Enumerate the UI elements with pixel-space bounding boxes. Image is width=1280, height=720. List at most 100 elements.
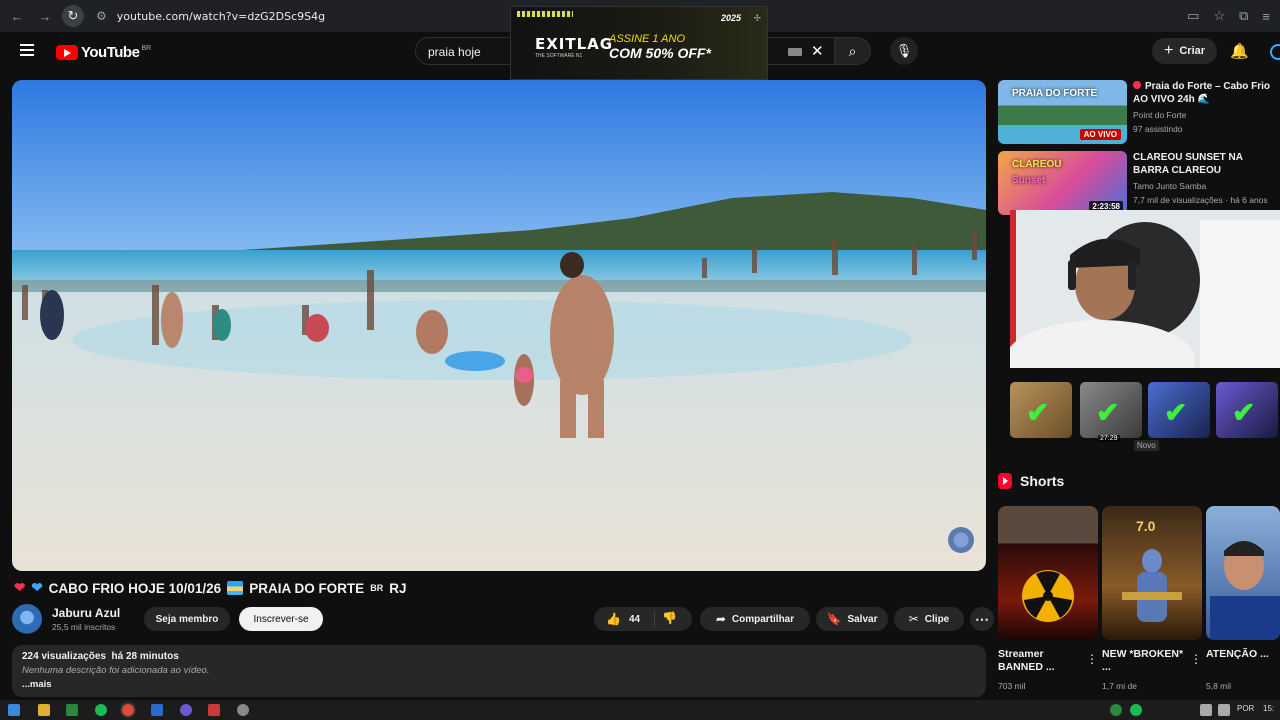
short-thumbnail[interactable] — [998, 506, 1098, 640]
short-views: 1,7 mi de — [1102, 681, 1137, 691]
video-player[interactable] — [12, 80, 986, 571]
forward-icon[interactable]: → — [34, 5, 56, 27]
video-thumbnail[interactable]: CLAREOU Sunset 2:23:58 — [998, 151, 1127, 215]
like-count: 44 — [628, 613, 641, 625]
address-bar[interactable]: youtube.com/watch?v=dzG2DSc9S4g — [117, 10, 325, 23]
language-indicator[interactable]: POR — [1237, 704, 1254, 713]
video-title-tail: PRAIA DO FORTE — [249, 580, 365, 596]
windows-taskbar: POR 15: — [0, 700, 1280, 720]
checkmark-icon: ✔ — [1026, 397, 1050, 428]
shorts-heading: Shorts — [1020, 473, 1065, 489]
search-button[interactable]: ⌕ — [835, 37, 871, 65]
new-badge: Novo — [1134, 440, 1159, 451]
overlay-icon-strip: ✔ ✔ ✔ ✔ — [998, 382, 1280, 438]
short-thumbnail[interactable] — [1206, 506, 1280, 640]
clip-label: Clipe — [924, 613, 950, 625]
short-title: Streamer BANNED ... — [998, 648, 1055, 673]
bookmark-star-icon[interactable]: ☆ — [1213, 8, 1225, 24]
extensions-icon[interactable]: ⧉ — [1239, 8, 1248, 24]
microphone-icon: 🎙 — [895, 43, 913, 58]
recommended-channel[interactable]: Point do Forte — [1133, 110, 1186, 120]
recommended-title: Praia do Forte – Cabo Frio AO VIVO 24h 🌊 — [1133, 80, 1280, 106]
recommended-meta: 7,7 mil de visualizações · há 6 anos — [1133, 195, 1268, 205]
browser-menu-icon[interactable]: ≡ — [1262, 9, 1270, 24]
back-icon[interactable]: ← — [6, 5, 28, 27]
short-menu-icon[interactable]: ⋮ — [1190, 652, 1202, 666]
reload-icon[interactable]: ↻ — [62, 5, 84, 27]
ad-decoration — [517, 11, 573, 17]
save-button[interactable]: 🔖 Salvar — [816, 607, 888, 631]
windows-start-icon[interactable] — [8, 704, 20, 716]
notifications-bell-icon[interactable]: 🔔 — [1230, 42, 1249, 60]
clear-search-icon[interactable]: ✕ — [811, 42, 824, 60]
game-tile: ✔ — [1148, 382, 1210, 438]
thumbs-down-icon[interactable]: 👎 — [662, 611, 677, 625]
like-button[interactable]: 👍 44 👎 — [594, 607, 692, 631]
volume-icon[interactable] — [1218, 704, 1230, 716]
subscribe-button[interactable]: Inscrever-se — [239, 607, 323, 631]
app-icon[interactable] — [66, 704, 78, 716]
short-thumbnail[interactable]: 7.0 — [1102, 506, 1202, 640]
live-dot-icon — [1133, 81, 1141, 89]
short-views: 5,8 mil — [1206, 681, 1232, 691]
blue-heart-icon: ❤ — [31, 580, 43, 595]
clip-button[interactable]: ✂ Clipe — [894, 607, 964, 631]
short-views: 703 mil — [998, 681, 1026, 691]
youtube-wordmark: YouTube — [81, 44, 140, 61]
create-button[interactable]: + Criar — [1152, 38, 1218, 64]
cast-icon[interactable]: ▭ — [1187, 8, 1199, 24]
game-tile: ✔ — [1010, 382, 1072, 438]
spotify-icon[interactable] — [95, 704, 107, 716]
short-menu-icon[interactable]: ⋮ — [1086, 652, 1098, 666]
recommended-channel[interactable]: Tamo Junto Samba — [1133, 181, 1206, 191]
share-arrow-icon: ➦ — [715, 612, 726, 626]
create-label: Criar — [1179, 45, 1206, 57]
youtube-play-icon — [56, 45, 78, 60]
channel-name[interactable]: Jaburu Azul — [52, 606, 120, 620]
short-overlay-text: 7.0 — [1136, 518, 1156, 534]
video-thumbnail[interactable]: PRAIA DO FORTE AO VIVO — [998, 80, 1127, 144]
channel-avatar[interactable] — [12, 604, 42, 634]
duration-badge: 27:29 — [1098, 435, 1120, 442]
tray-icon[interactable] — [1110, 704, 1122, 716]
voice-search-button[interactable]: 🎙 — [890, 37, 918, 65]
save-label: Salvar — [847, 613, 878, 625]
video-frame — [12, 80, 986, 571]
youtube-logo[interactable]: YouTube BR — [56, 44, 151, 61]
shorts-header: Shorts — [998, 473, 1064, 489]
search-icon: ⌕ — [848, 42, 857, 59]
hamburger-menu-icon[interactable] — [20, 44, 34, 56]
file-explorer-icon[interactable] — [38, 704, 50, 716]
short-video[interactable]: ATENÇÃO ... 5,8 mil — [1206, 506, 1280, 700]
app-icon[interactable] — [151, 704, 163, 716]
keyboard-icon[interactable] — [788, 48, 802, 56]
subscriber-count: 25,5 mil inscritos — [52, 622, 116, 632]
tray-icon[interactable] — [1130, 704, 1142, 716]
game-tile: ✔ — [1216, 382, 1278, 438]
red-heart-icon: ❤ — [14, 580, 26, 595]
ad-close-icon[interactable]: ✢ — [753, 13, 761, 24]
join-button[interactable]: Seja membro — [144, 607, 230, 631]
description-box[interactable]: 224 visualizações há 28 minutos Nenhuma … — [12, 645, 986, 697]
chrome-icon[interactable] — [122, 704, 134, 716]
share-button[interactable]: ➦ Compartilhar — [700, 607, 810, 631]
app-icon[interactable] — [237, 704, 249, 716]
share-label: Compartilhar — [731, 613, 795, 625]
short-video[interactable]: Streamer BANNED ... ⋮ 703 mil — [998, 506, 1098, 700]
short-video[interactable]: 7.0 NEW *BROKEN* ... ⋮ 1,7 mi de — [1102, 506, 1202, 700]
clock[interactable]: 15: — [1263, 704, 1274, 713]
discord-icon[interactable] — [180, 704, 192, 716]
scissors-icon: ✂ — [908, 612, 919, 626]
show-more-link[interactable]: ...mais — [22, 679, 976, 690]
recommended-video[interactable]: PRAIA DO FORTE AO VIVO Praia do Forte – … — [998, 80, 1280, 144]
app-icon[interactable] — [208, 704, 220, 716]
recommended-video[interactable]: CLAREOU Sunset 2:23:58 CLAREOU SUNSET NA… — [998, 151, 1280, 215]
site-info-icon[interactable]: ⚙ — [96, 9, 107, 23]
channel-watermark[interactable] — [948, 527, 974, 553]
thumbnail-text: CLAREOU — [1012, 159, 1062, 170]
more-actions-icon[interactable]: ⋯ — [970, 607, 994, 631]
account-avatar[interactable] — [1270, 44, 1280, 60]
network-icon[interactable] — [1200, 704, 1212, 716]
thumbnail-text: PRAIA DO FORTE — [1012, 88, 1098, 99]
ad-banner[interactable]: EXITLAG THE SOFTWARE N1 ASSINE 1 ANO COM… — [510, 6, 768, 80]
